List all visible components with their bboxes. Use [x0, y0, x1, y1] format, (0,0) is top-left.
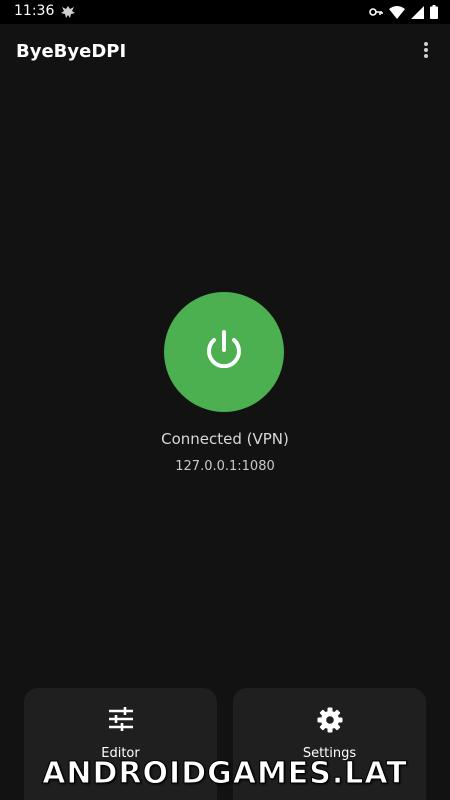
app-bar: ByeByeDPI — [0, 24, 450, 80]
vpn-key-icon — [369, 7, 383, 17]
sliders-icon — [108, 707, 134, 735]
watermark-text: ANDROIDGAMES.LAT — [42, 756, 408, 792]
status-time: 11:36 — [14, 3, 55, 19]
app-title: ByeByeDPI — [16, 41, 127, 62]
connection-status: Connected (VPN) — [161, 430, 289, 448]
signal-icon — [411, 5, 424, 19]
connect-toggle-button[interactable] — [164, 292, 284, 412]
more-options-button[interactable] — [410, 36, 442, 68]
status-icons — [369, 4, 438, 20]
proxy-address: 127.0.0.1:1080 — [175, 459, 275, 474]
gear-icon — [317, 707, 343, 737]
power-icon — [202, 328, 246, 376]
app-notification-icon — [60, 4, 76, 20]
battery-icon — [430, 5, 438, 19]
wifi-icon — [389, 5, 405, 19]
more-vert-icon — [423, 41, 429, 63]
status-bar: 11:36 — [0, 0, 450, 24]
